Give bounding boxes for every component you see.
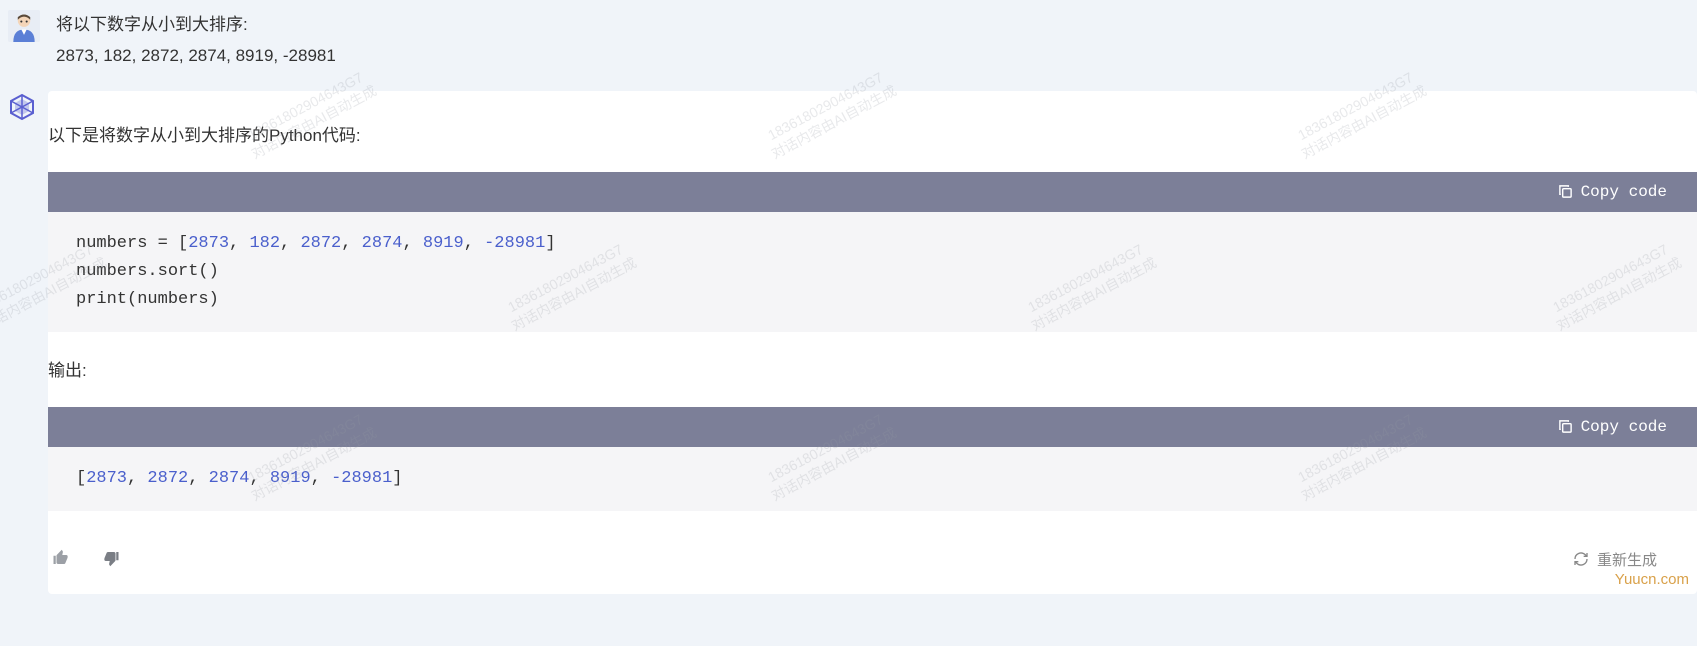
ai-message-content: 以下是将数字从小到大排序的Python代码: Copy code numbers… xyxy=(48,91,1697,593)
copy-code-button-1[interactable]: Copy code xyxy=(1558,183,1667,201)
user-text-line2: 2873, 182, 2872, 2874, 8919, -28981 xyxy=(56,41,1677,72)
thumbs-up-icon xyxy=(52,549,70,567)
copy-code-button-2[interactable]: Copy code xyxy=(1558,418,1667,436)
user-avatar xyxy=(8,10,44,46)
ai-intro-text: 以下是将数字从小到大排序的Python代码: xyxy=(48,121,1697,172)
code-header-2: Copy code xyxy=(48,407,1697,447)
regenerate-button[interactable]: 重新生成 xyxy=(1573,549,1657,570)
copy-label-2: Copy code xyxy=(1581,418,1667,436)
copy-label-1: Copy code xyxy=(1581,183,1667,201)
code-block-1: Copy code numbers = [2873, 182, 2872, 28… xyxy=(48,172,1697,332)
copy-icon xyxy=(1558,184,1573,199)
feedback-buttons xyxy=(48,545,124,574)
thumbs-down-icon xyxy=(102,549,120,567)
code-header-1: Copy code xyxy=(48,172,1697,212)
code-body-1[interactable]: numbers = [2873, 182, 2872, 2874, 8919, … xyxy=(48,212,1697,332)
code-body-2[interactable]: [2873, 2872, 2874, 8919, -28981] xyxy=(48,447,1697,511)
user-message-content: 将以下数字从小到大排序: 2873, 182, 2872, 2874, 8919… xyxy=(56,10,1697,71)
regenerate-label: 重新生成 xyxy=(1597,549,1657,570)
feedback-row: 重新生成 xyxy=(48,535,1697,574)
regenerate-icon xyxy=(1573,551,1589,567)
ai-avatar xyxy=(8,93,36,121)
source-label: Yuucn.com xyxy=(1615,571,1689,588)
copy-icon xyxy=(1558,419,1573,434)
user-text-line1: 将以下数字从小到大排序: xyxy=(56,10,1677,41)
output-label: 输出: xyxy=(48,356,1697,407)
thumbs-up-button[interactable] xyxy=(48,545,74,574)
code-block-2: Copy code [2873, 2872, 2874, 8919, -2898… xyxy=(48,407,1697,511)
thumbs-down-button[interactable] xyxy=(98,545,124,574)
ai-message: 以下是将数字从小到大排序的Python代码: Copy code numbers… xyxy=(0,91,1697,593)
user-message: 将以下数字从小到大排序: 2873, 182, 2872, 2874, 8919… xyxy=(0,10,1697,71)
